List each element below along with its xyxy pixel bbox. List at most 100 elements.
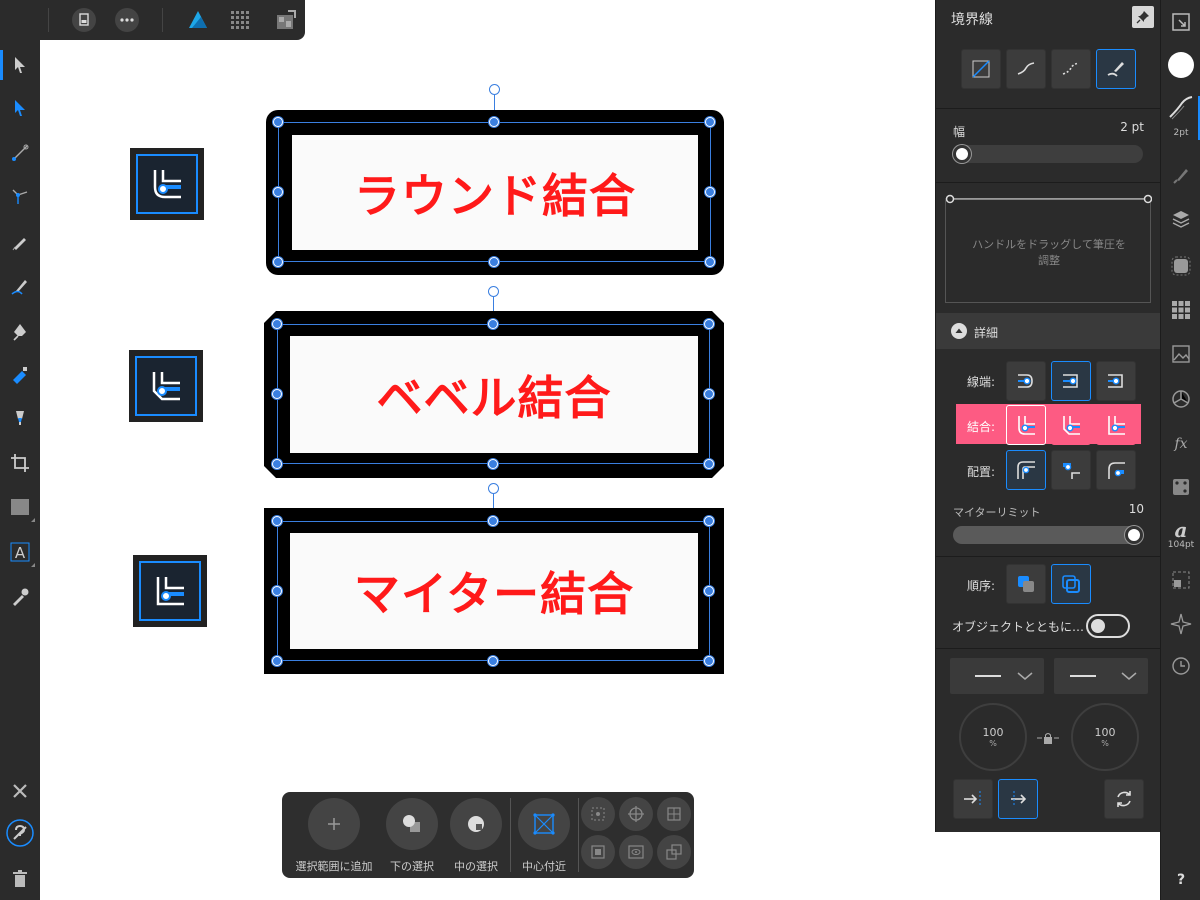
rotation-handle[interactable] bbox=[489, 84, 500, 95]
node-tool-icon[interactable] bbox=[5, 93, 35, 123]
resize-handle[interactable] bbox=[273, 257, 283, 267]
more-options-button[interactable] bbox=[113, 6, 141, 34]
help-icon[interactable] bbox=[5, 818, 35, 848]
fx-icon[interactable]: fx bbox=[1167, 429, 1195, 457]
width-slider-knob[interactable] bbox=[953, 145, 971, 163]
resize-handle[interactable] bbox=[272, 656, 282, 666]
pressure-curve[interactable] bbox=[946, 194, 1152, 204]
solid-stroke-style-button[interactable] bbox=[1006, 49, 1046, 89]
resize-handle[interactable] bbox=[705, 257, 715, 267]
trash-icon[interactable] bbox=[5, 864, 35, 894]
resize-handle[interactable] bbox=[704, 586, 714, 596]
brushes-icon[interactable] bbox=[1167, 162, 1195, 190]
pin-icon[interactable] bbox=[1132, 6, 1154, 28]
color-icon[interactable] bbox=[1167, 51, 1195, 79]
no-stroke-style-button[interactable] bbox=[961, 49, 1001, 89]
resize-handle[interactable] bbox=[704, 656, 714, 666]
link-lock-icon[interactable] bbox=[1037, 730, 1059, 749]
brush-stroke-style-button[interactable] bbox=[1096, 49, 1136, 89]
preview-icon[interactable] bbox=[619, 835, 653, 869]
scale-with-object-toggle[interactable] bbox=[1086, 614, 1130, 638]
select-below-button[interactable]: 下の選択 bbox=[384, 798, 440, 874]
align-outside-button[interactable] bbox=[1096, 450, 1136, 490]
arrowhead-outside-button[interactable] bbox=[998, 779, 1038, 819]
navigator-icon[interactable] bbox=[1167, 610, 1195, 638]
end-arrowhead-scale-dial[interactable]: 100 % bbox=[1071, 703, 1139, 771]
stroke-in-front-button[interactable] bbox=[1051, 564, 1091, 604]
resize-handle[interactable] bbox=[272, 586, 282, 596]
help-button[interactable]: ? bbox=[1161, 872, 1200, 888]
start-arrowhead-scale-dial[interactable]: 100 % bbox=[959, 703, 1027, 771]
miter-limit-slider-knob[interactable] bbox=[1125, 526, 1143, 544]
pressure-graph[interactable]: ハンドルをドラッグして筆圧を 調整 bbox=[945, 194, 1152, 303]
pen-tool-icon[interactable] bbox=[5, 317, 35, 347]
export-persona-icon[interactable] bbox=[272, 6, 300, 34]
vector-brush-tool-icon[interactable] bbox=[5, 272, 35, 302]
miter-join-button[interactable] bbox=[1096, 405, 1136, 445]
resize-handle[interactable] bbox=[704, 389, 714, 399]
close-icon[interactable] bbox=[5, 776, 35, 806]
add-to-selection-button[interactable]: 選択範囲に追加 bbox=[282, 798, 386, 874]
transform-icon[interactable] bbox=[1167, 473, 1195, 501]
rectangle-tool-icon[interactable] bbox=[5, 492, 35, 522]
resize-handle[interactable] bbox=[273, 117, 283, 127]
square-cap-button[interactable] bbox=[1096, 361, 1136, 401]
fullscreen-icon[interactable] bbox=[1167, 8, 1195, 36]
effects-icon[interactable] bbox=[1167, 252, 1195, 280]
select-inside-button[interactable]: 中の選択 bbox=[448, 798, 504, 874]
pencil-tool-icon[interactable] bbox=[5, 227, 35, 257]
resize-handle[interactable] bbox=[273, 187, 283, 197]
details-section-header[interactable]: 詳細 bbox=[936, 313, 1161, 349]
fill-tool-icon[interactable] bbox=[5, 360, 35, 390]
width-slider[interactable] bbox=[953, 145, 1143, 163]
resize-handle[interactable] bbox=[488, 656, 498, 666]
miter-join-shape[interactable]: マイター結合 bbox=[264, 508, 724, 674]
end-arrowhead-dropdown[interactable] bbox=[1054, 658, 1148, 694]
resize-handle[interactable] bbox=[272, 319, 282, 329]
center-align-icon[interactable] bbox=[657, 797, 691, 831]
designer-persona-icon[interactable] bbox=[184, 6, 212, 34]
resize-handle[interactable] bbox=[704, 516, 714, 526]
rotation-handle[interactable] bbox=[488, 483, 499, 494]
corner-tool-icon[interactable] bbox=[5, 182, 35, 212]
point-transform-tool-icon[interactable] bbox=[5, 138, 35, 168]
stroke-icon[interactable] bbox=[1167, 94, 1195, 122]
transform-origin-icon[interactable] bbox=[619, 797, 653, 831]
color-picker-tool-icon[interactable] bbox=[5, 582, 35, 612]
stroke-behind-fill-button[interactable] bbox=[1006, 564, 1046, 604]
resize-handle[interactable] bbox=[488, 459, 498, 469]
transparency-tool-icon[interactable] bbox=[5, 404, 35, 434]
start-arrowhead-dropdown[interactable] bbox=[950, 658, 1044, 694]
miter-limit-slider[interactable] bbox=[953, 526, 1143, 544]
near-center-button[interactable]: 中心付近 bbox=[516, 798, 572, 874]
crop-tool-icon[interactable] bbox=[5, 448, 35, 478]
resize-handle[interactable] bbox=[704, 459, 714, 469]
arrowhead-inside-button[interactable] bbox=[953, 779, 993, 819]
history-icon[interactable] bbox=[1167, 652, 1195, 680]
resize-handle[interactable] bbox=[489, 257, 499, 267]
resize-handle[interactable] bbox=[705, 187, 715, 197]
resize-handle[interactable] bbox=[272, 459, 282, 469]
resize-handle[interactable] bbox=[489, 117, 499, 127]
resize-handle[interactable] bbox=[272, 389, 282, 399]
resize-handle[interactable] bbox=[488, 516, 498, 526]
round-cap-button[interactable] bbox=[1051, 361, 1091, 401]
dash-stroke-style-button[interactable] bbox=[1051, 49, 1091, 89]
resize-handle[interactable] bbox=[705, 117, 715, 127]
resize-handle[interactable] bbox=[704, 319, 714, 329]
duplicate-icon[interactable] bbox=[657, 835, 691, 869]
round-join-shape[interactable]: ラウンド結合 bbox=[266, 110, 724, 275]
swap-arrowheads-button[interactable] bbox=[1104, 779, 1144, 819]
bevel-join-button[interactable] bbox=[1051, 405, 1091, 445]
swatches-icon[interactable] bbox=[1167, 296, 1195, 324]
resize-handle[interactable] bbox=[488, 319, 498, 329]
document-menu-button[interactable] bbox=[70, 6, 98, 34]
snap-rotation-icon[interactable] bbox=[581, 797, 615, 831]
move-tool-icon[interactable] bbox=[5, 50, 35, 80]
rotation-handle[interactable] bbox=[488, 286, 499, 297]
bevel-join-shape[interactable]: ベベル結合 bbox=[264, 311, 724, 478]
pixel-persona-icon[interactable] bbox=[226, 6, 254, 34]
butt-cap-button[interactable] bbox=[1006, 361, 1046, 401]
lock-children-icon[interactable] bbox=[581, 835, 615, 869]
round-join-button[interactable] bbox=[1006, 405, 1046, 445]
